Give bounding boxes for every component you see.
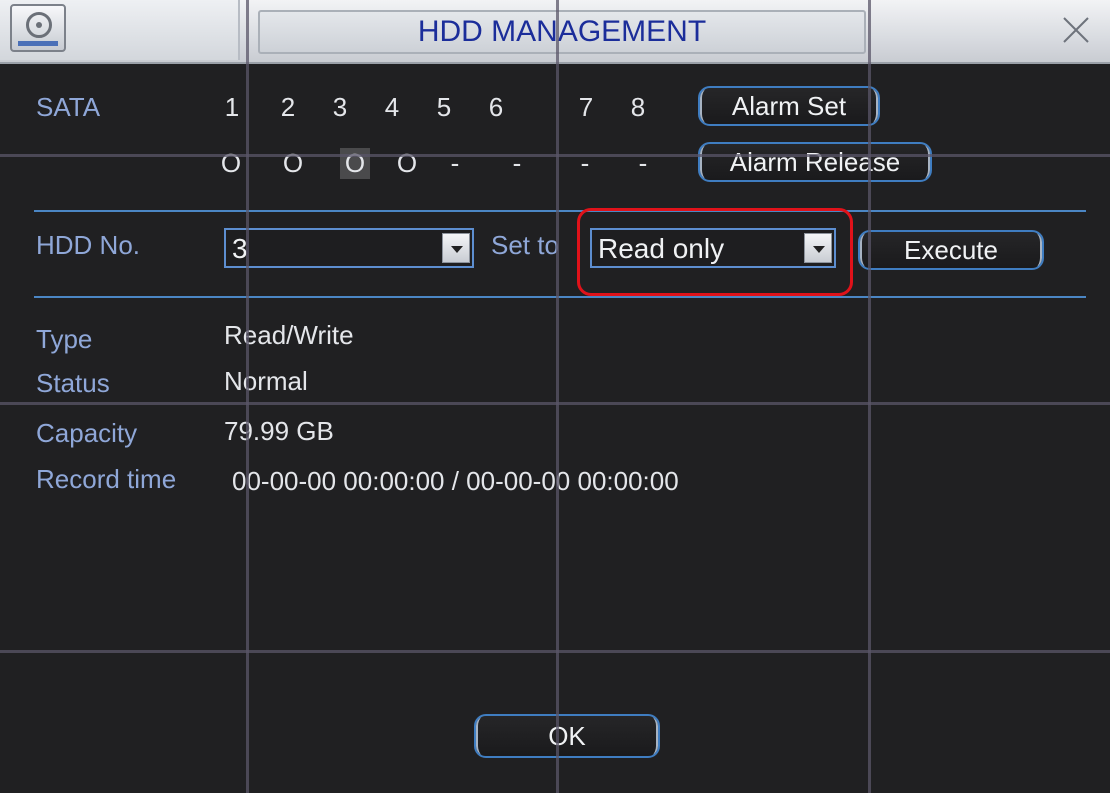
grid-line — [556, 0, 559, 793]
highlight-box — [577, 208, 853, 296]
type-label: Type — [36, 324, 93, 354]
sata-port-number: 3 — [332, 92, 348, 122]
ok-button[interactable]: OK — [474, 714, 660, 758]
sata-port-state: - — [512, 148, 522, 178]
type-value: Read/Write — [224, 320, 354, 350]
sata-port-number: 5 — [436, 92, 452, 122]
chevron-down-icon[interactable] — [442, 233, 470, 263]
sata-label: SATA — [36, 92, 101, 122]
sata-port-state: - — [638, 148, 648, 178]
sata-port-number: 7 — [578, 92, 594, 122]
record-time-value: 00-00-00 00:00:00 / 00-00-00 00:00:00 — [232, 466, 679, 496]
alarm-release-button[interactable]: Alarm Release — [698, 142, 932, 182]
grid-line — [246, 0, 249, 793]
sata-port-state[interactable]: O — [278, 148, 308, 179]
grid-line — [0, 402, 1110, 405]
hdd-management-window: HDD MANAGEMENT SATA 1 2 3 4 5 6 7 8 O O … — [0, 0, 1110, 793]
alarm-set-button[interactable]: Alarm Set — [698, 86, 880, 126]
record-time-label: Record time — [36, 464, 177, 494]
hdd-no-label: HDD No. — [36, 230, 141, 260]
sata-port-number: 2 — [280, 92, 296, 122]
grid-line — [868, 0, 871, 793]
capacity-label: Capacity — [36, 418, 138, 448]
sata-port-state: - — [580, 148, 590, 178]
sata-port-number: 4 — [384, 92, 400, 122]
sata-port-state-selected[interactable]: O — [340, 148, 370, 179]
hdd-icon — [10, 4, 66, 52]
separator — [34, 210, 1086, 212]
hdd-no-select[interactable]: 3 — [224, 228, 474, 268]
title-icon-area — [0, 0, 240, 60]
sata-port-state: - — [450, 148, 460, 178]
close-icon[interactable] — [1060, 14, 1092, 46]
window-title: HDD MANAGEMENT — [417, 15, 707, 48]
separator — [34, 296, 1086, 298]
capacity-value: 79.99 GB — [224, 416, 334, 446]
status-label: Status — [36, 368, 110, 398]
sata-port-state[interactable]: O — [216, 148, 246, 179]
sata-port-state[interactable]: O — [392, 148, 422, 179]
set-to-label: Set to — [491, 230, 559, 260]
status-value: Normal — [224, 366, 308, 396]
grid-line — [0, 650, 1110, 653]
grid-line — [0, 154, 1110, 157]
sata-port-number: 6 — [488, 92, 504, 122]
execute-button[interactable]: Execute — [858, 230, 1044, 270]
title-bar: HDD MANAGEMENT — [0, 0, 1110, 64]
sata-port-number: 1 — [224, 92, 240, 122]
sata-port-number: 8 — [630, 92, 646, 122]
